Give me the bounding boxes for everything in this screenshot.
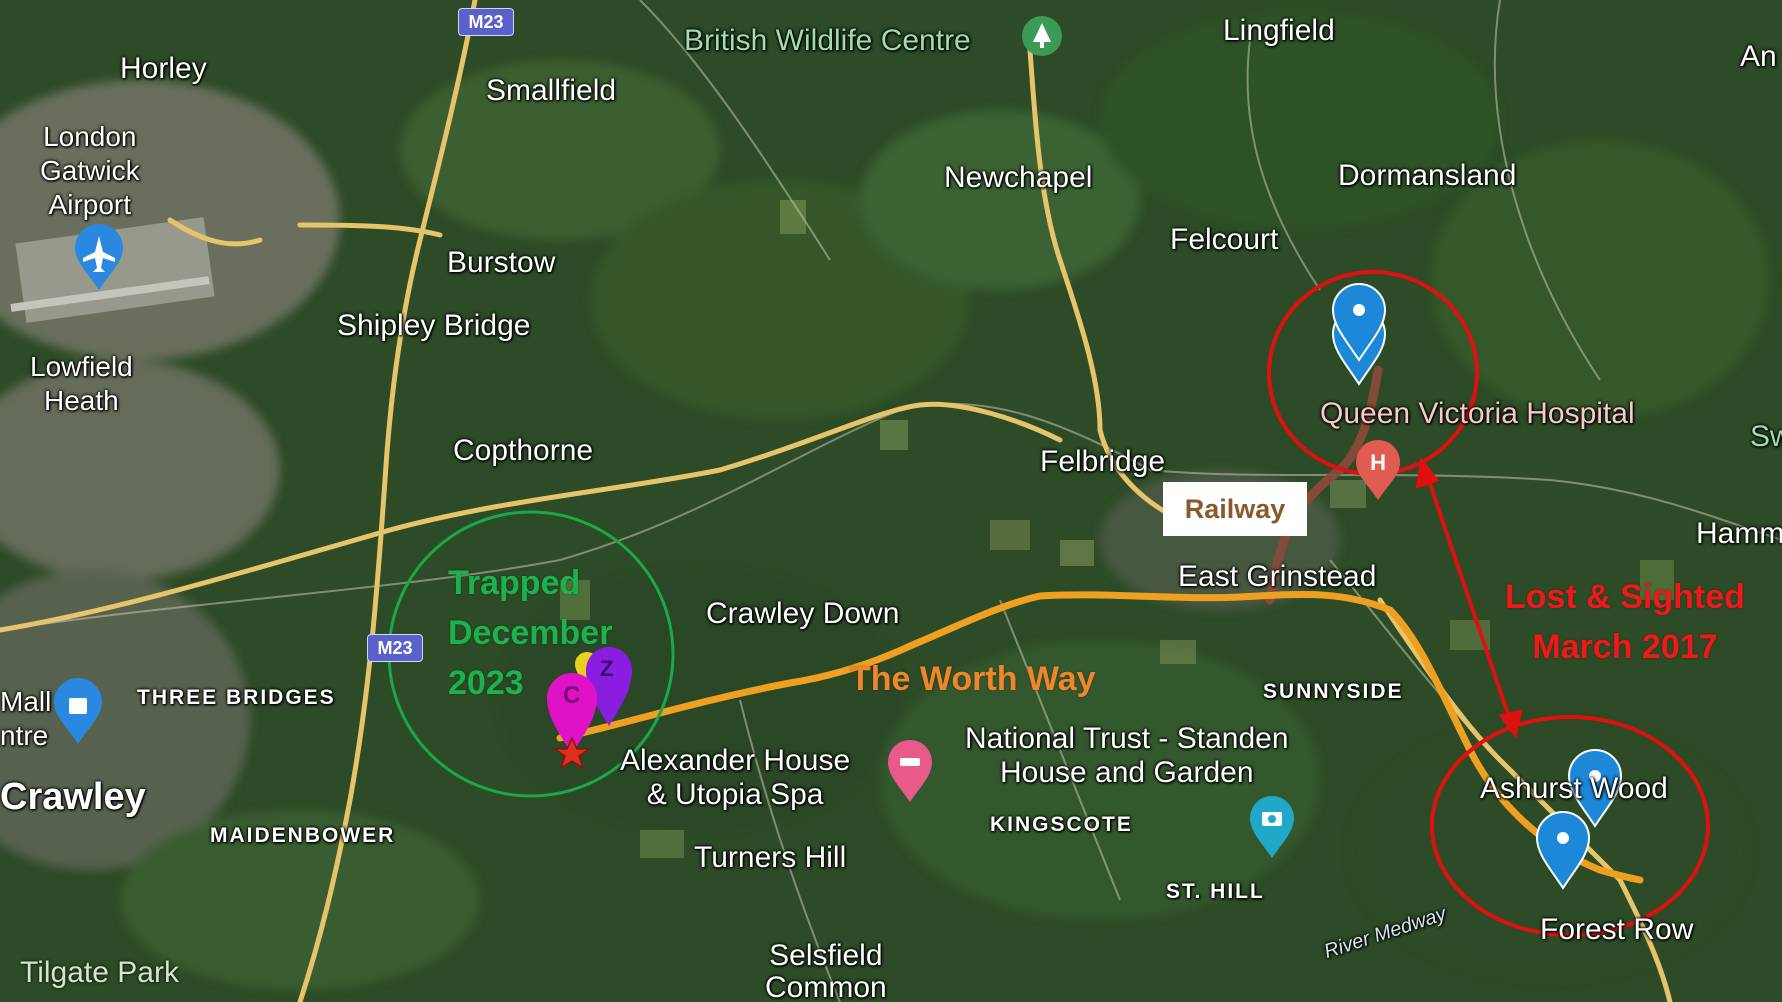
label-queen-victoria-hospital[interactable]: Queen Victoria Hospital	[1320, 397, 1635, 431]
label-maidenbower[interactable]: MAIDENBOWER	[210, 824, 395, 848]
annotation-lost-sighted: Lost & Sighted March 2017	[1505, 578, 1745, 666]
label-british-wildlife-centre[interactable]: British Wildlife Centre	[684, 24, 971, 58]
label-forest-row[interactable]: Forest Row	[1540, 913, 1693, 947]
label-newchapel[interactable]: Newchapel	[944, 161, 1092, 195]
label-sunnyside[interactable]: SUNNYSIDE	[1263, 680, 1404, 704]
label-national-trust[interactable]: National Trust - Standen House and Garde…	[965, 722, 1289, 790]
label-felcourt[interactable]: Felcourt	[1170, 223, 1278, 257]
label-hamm[interactable]: Hamm	[1696, 517, 1782, 551]
m23-shield-top: M23	[458, 8, 514, 36]
label-tilgate-park[interactable]: Tilgate Park	[20, 956, 179, 990]
label-dormansland[interactable]: Dormansland	[1338, 159, 1516, 193]
label-selsfield-common[interactable]: Selsfield Common	[765, 940, 887, 1002]
annotation-worth-way: The Worth Way	[850, 660, 1096, 698]
label-st-hill[interactable]: ST. HILL	[1166, 880, 1265, 904]
label-three-bridges[interactable]: THREE BRIDGES	[137, 686, 336, 710]
label-mall-centre[interactable]: Mall ntre	[0, 685, 51, 753]
label-gatwick[interactable]: London Gatwick Airport	[40, 120, 140, 222]
label-burstow[interactable]: Burstow	[447, 246, 555, 280]
label-lingfield[interactable]: Lingfield	[1223, 14, 1335, 48]
label-kingscote[interactable]: KINGSCOTE	[990, 813, 1133, 837]
label-smallfield[interactable]: Smallfield	[486, 74, 616, 108]
m23-shield-mid: M23	[367, 634, 423, 662]
label-felbridge[interactable]: Felbridge	[1040, 445, 1165, 479]
label-turners-hill[interactable]: Turners Hill	[694, 841, 846, 875]
label-crawley-down[interactable]: Crawley Down	[706, 597, 899, 631]
label-ashurst-wood[interactable]: Ashurst Wood	[1480, 772, 1668, 806]
label-crawley[interactable]: Crawley	[0, 776, 146, 819]
tree-pin	[1022, 16, 1062, 56]
annotation-trapped: Trapped December 2023	[448, 564, 613, 702]
label-lowfield-heath[interactable]: Lowfield Heath	[30, 350, 133, 418]
svg-text:H: H	[1370, 450, 1386, 475]
label-horley[interactable]: Horley	[120, 52, 207, 86]
label-an[interactable]: An	[1740, 40, 1777, 74]
label-alexander-house[interactable]: Alexander House & Utopia Spa	[620, 744, 850, 812]
label-east-grinstead[interactable]: East Grinstead	[1178, 560, 1376, 594]
map-base: H	[0, 0, 1782, 1002]
label-copthorne[interactable]: Copthorne	[453, 434, 593, 468]
map-view[interactable]: H C Z M23 M23 Horley London Gatwick Airp…	[0, 0, 1782, 1002]
annotation-railway: Railway	[1163, 482, 1307, 536]
label-sw[interactable]: Sw	[1750, 420, 1782, 454]
label-shipley-bridge[interactable]: Shipley Bridge	[337, 309, 530, 343]
